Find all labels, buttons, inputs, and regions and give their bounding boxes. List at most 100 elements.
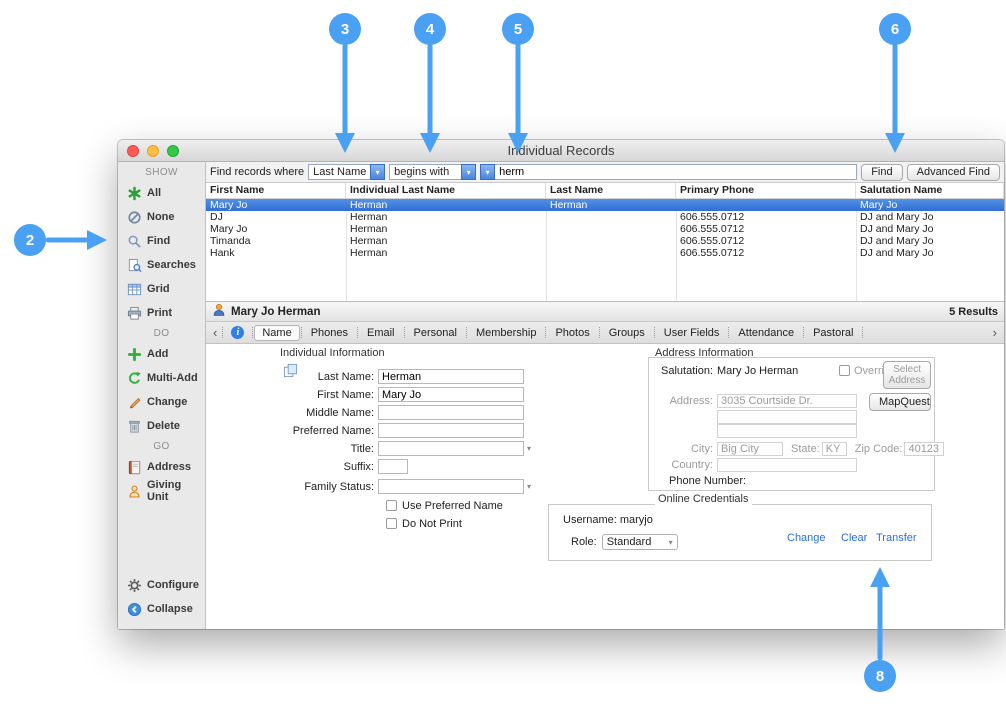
table-row[interactable]: DJHerman606.555.0712DJ and Mary Jo — [206, 211, 1004, 223]
table-cell: Mary Jo — [856, 199, 1004, 211]
tabs-scroll-right[interactable]: › — [989, 325, 1001, 340]
family-status-input[interactable] — [378, 479, 524, 494]
city-input[interactable] — [717, 442, 783, 456]
do-not-print-checkbox[interactable] — [386, 518, 397, 529]
sidebar-item-label: Change — [147, 396, 187, 408]
do-not-print-label: Do Not Print — [402, 518, 462, 530]
tab-name[interactable]: Name — [254, 325, 299, 341]
table-row[interactable]: TimandaHerman606.555.0712DJ and Mary Jo — [206, 235, 1004, 247]
tab-info[interactable]: i — [224, 326, 251, 339]
minimize-window-button[interactable] — [147, 145, 159, 157]
table-row[interactable]: Mary JoHermanHermanMary Jo — [206, 199, 1004, 211]
preferred-name-input[interactable] — [378, 423, 524, 438]
sidebar-item-delete[interactable]: Delete — [118, 414, 205, 438]
zip-code-input[interactable] — [904, 442, 944, 456]
column-header[interactable]: Individual Last Name — [346, 183, 546, 198]
chevron-down-icon[interactable]: ▾ — [370, 164, 385, 180]
field-selector-dropdown[interactable]: Last Name ▾ — [308, 164, 385, 180]
sidebar-item-find[interactable]: Find — [118, 229, 205, 253]
chevron-down-icon[interactable]: ▾ — [527, 482, 531, 491]
column-header[interactable]: First Name — [206, 183, 346, 198]
table-cell: Herman — [346, 199, 546, 211]
table-row[interactable]: Mary JoHerman606.555.0712DJ and Mary Jo — [206, 223, 1004, 235]
middle-name-input[interactable] — [378, 405, 524, 420]
sidebar-item-print[interactable]: Print — [118, 301, 205, 325]
person-icon — [127, 484, 142, 499]
table-cell — [676, 199, 856, 211]
address-input[interactable] — [717, 394, 857, 408]
tab-separator — [466, 327, 467, 338]
clear-link[interactable]: Clear — [841, 532, 867, 544]
title-input[interactable] — [378, 441, 524, 456]
search-bar: Find records where Last Name ▾ begins wi… — [206, 162, 1004, 183]
sidebar-item-giving-unit[interactable]: Giving Unit — [118, 479, 205, 503]
zoom-window-button[interactable] — [167, 145, 179, 157]
sidebar-item-all[interactable]: All — [118, 181, 205, 205]
tab-membership[interactable]: Membership — [468, 325, 545, 341]
sidebar-item-none[interactable]: None — [118, 205, 205, 229]
table-cell: Mary Jo — [206, 199, 346, 211]
sidebar-item-searches[interactable]: Searches — [118, 253, 205, 277]
table-row[interactable]: HankHerman606.555.0712DJ and Mary Jo — [206, 247, 1004, 259]
trash-icon — [127, 419, 142, 434]
sidebar-item-collapse[interactable]: Collapse — [118, 597, 205, 621]
sidebar-item-label: Grid — [147, 283, 170, 295]
mapquest-button[interactable]: MapQuest — [869, 393, 931, 411]
search-input[interactable] — [495, 164, 857, 180]
sidebar-item-add[interactable]: Add — [118, 342, 205, 366]
suffix-input[interactable] — [378, 459, 408, 474]
address-line2-input[interactable] — [717, 410, 857, 424]
sidebar-item-change[interactable]: Change — [118, 390, 205, 414]
sidebar-item-multi-add[interactable]: Multi-Add — [118, 366, 205, 390]
tabs-scroll-left[interactable]: ‹ — [209, 325, 221, 340]
sidebar-item-label: Giving Unit — [147, 479, 205, 503]
results-tbody: Mary JoHermanHermanMary JoDJHerman606.55… — [206, 199, 1004, 259]
table-header: First NameIndividual Last NameLast NameP… — [206, 183, 1004, 199]
sidebar-item-grid[interactable]: Grid — [118, 277, 205, 301]
sidebar-item-configure[interactable]: Configure — [118, 573, 205, 597]
callout-2: 2 — [14, 224, 46, 256]
column-header[interactable]: Salutation Name — [856, 183, 1004, 198]
address-label: Address: — [649, 395, 717, 407]
transfer-link[interactable]: Transfer — [876, 532, 917, 544]
first-name-input[interactable] — [378, 387, 524, 402]
operator-selector-dropdown[interactable]: begins with ▾ — [389, 164, 476, 180]
role-dropdown[interactable]: Standard ▾ — [602, 534, 678, 550]
country-input[interactable] — [717, 458, 857, 472]
results-table: First NameIndividual Last NameLast NameP… — [206, 183, 1004, 302]
search-history-chevron-icon[interactable]: ▾ — [480, 164, 495, 180]
advanced-find-button[interactable]: Advanced Find — [907, 164, 1000, 181]
title-label: Title: — [282, 443, 378, 455]
tab-pastoral[interactable]: Pastoral — [805, 325, 861, 341]
column-header[interactable]: Last Name — [546, 183, 676, 198]
column-header[interactable]: Primary Phone — [676, 183, 856, 198]
table-cell: Mary Jo — [206, 223, 346, 235]
last-name-input[interactable] — [378, 369, 524, 384]
chevron-down-icon[interactable]: ▾ — [461, 164, 476, 180]
tab-user-fields[interactable]: User Fields — [656, 325, 728, 341]
sidebar-item-label: Address — [147, 461, 191, 473]
sidebar: SHOW All None Find Searches Grid — [118, 162, 206, 629]
sidebar-item-label: Add — [147, 348, 168, 360]
change-link[interactable]: Change — [787, 532, 826, 544]
tab-separator — [545, 327, 546, 338]
state-input[interactable] — [822, 442, 847, 456]
use-preferred-name-checkbox[interactable] — [386, 500, 397, 511]
sidebar-item-address[interactable]: Address — [118, 455, 205, 479]
tab-phones[interactable]: Phones — [303, 325, 356, 341]
sidebar-item-label: Delete — [147, 420, 180, 432]
tab-photos[interactable]: Photos — [547, 325, 597, 341]
tab-personal[interactable]: Personal — [406, 325, 465, 341]
tab-separator — [252, 327, 253, 338]
tab-groups[interactable]: Groups — [601, 325, 653, 341]
search-term-group: ▾ — [480, 164, 857, 180]
tab-email[interactable]: Email — [359, 325, 403, 341]
select-address-button[interactable]: Select Address — [883, 361, 931, 389]
tab-attendance[interactable]: Attendance — [730, 325, 802, 341]
find-button[interactable]: Find — [861, 164, 902, 181]
address-line3-input[interactable] — [717, 424, 857, 438]
override-checkbox[interactable] — [839, 365, 850, 376]
close-window-button[interactable] — [127, 145, 139, 157]
chevron-down-icon[interactable]: ▾ — [527, 444, 531, 453]
person-record-icon — [212, 303, 226, 320]
